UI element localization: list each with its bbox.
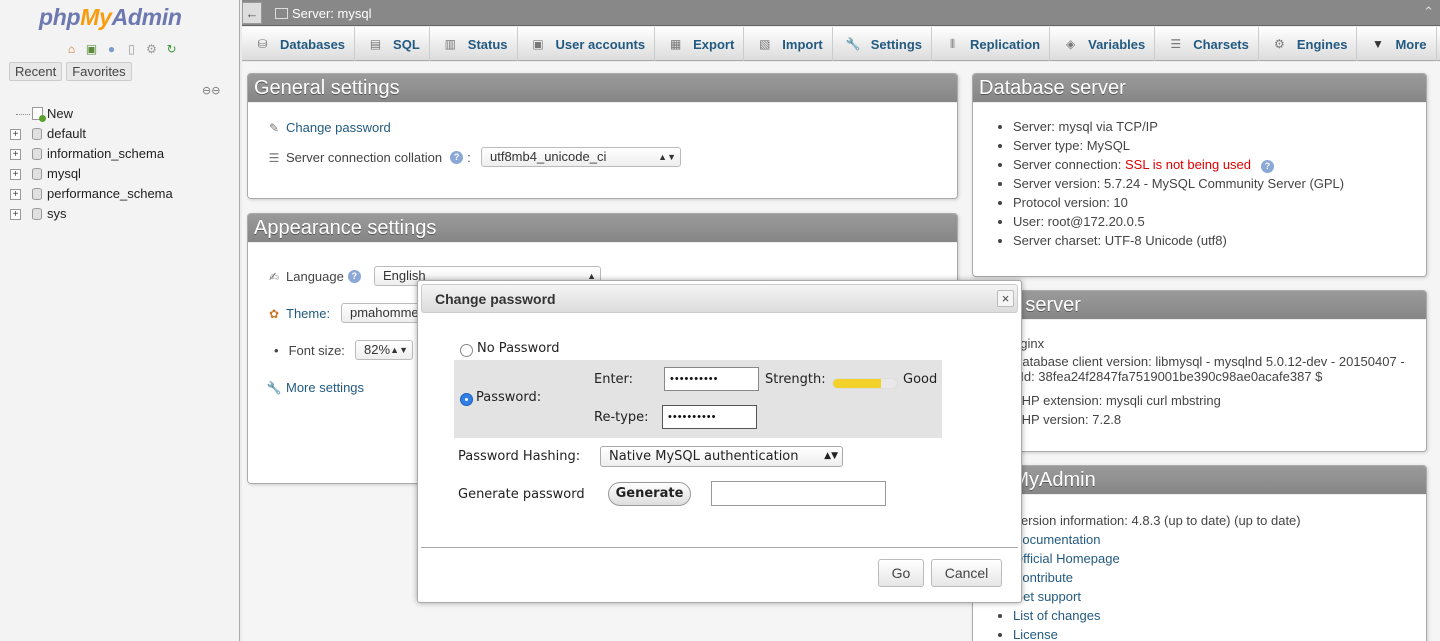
password-block: Password: Enter: •••••••••• Strength: Go… bbox=[454, 360, 942, 438]
change-password-dialog: Change password × No Password Password: … bbox=[417, 280, 1022, 603]
select-arrow-icon: ▲▼ bbox=[824, 451, 838, 461]
dialog-titlebar[interactable]: Change password × bbox=[421, 284, 1018, 313]
hashing-label: Password Hashing: bbox=[458, 449, 581, 464]
strength-label: Strength: bbox=[765, 372, 826, 387]
password-enter-input[interactable]: •••••••••• bbox=[664, 367, 759, 391]
password-strength-meter bbox=[832, 378, 898, 389]
cancel-button[interactable]: Cancel bbox=[931, 559, 1002, 587]
dialog-title: Change password bbox=[435, 291, 556, 307]
password-retype-input[interactable]: •••••••••• bbox=[662, 405, 757, 429]
close-icon[interactable]: × bbox=[997, 290, 1014, 307]
hashing-value: Native MySQL authentication bbox=[609, 449, 799, 464]
strength-text: Good bbox=[903, 372, 938, 387]
retype-label: Re-type: bbox=[594, 410, 649, 425]
strength-meter-fill bbox=[833, 379, 881, 388]
no-password-label[interactable]: No Password bbox=[477, 341, 560, 356]
dialog-separator bbox=[421, 547, 1018, 548]
password-hashing-select[interactable]: Native MySQL authentication ▲▼ bbox=[600, 446, 843, 467]
go-button[interactable]: Go bbox=[878, 559, 924, 587]
password-radio[interactable] bbox=[460, 393, 473, 406]
generate-password-label: Generate password bbox=[458, 487, 585, 502]
generated-password-field[interactable] bbox=[711, 481, 886, 506]
no-password-radio[interactable] bbox=[460, 344, 473, 357]
generate-button[interactable]: Generate bbox=[608, 482, 691, 506]
password-label[interactable]: Password: bbox=[476, 390, 541, 405]
enter-label: Enter: bbox=[594, 372, 634, 387]
modal-overlay: Change password × No Password Password: … bbox=[0, 0, 1440, 641]
